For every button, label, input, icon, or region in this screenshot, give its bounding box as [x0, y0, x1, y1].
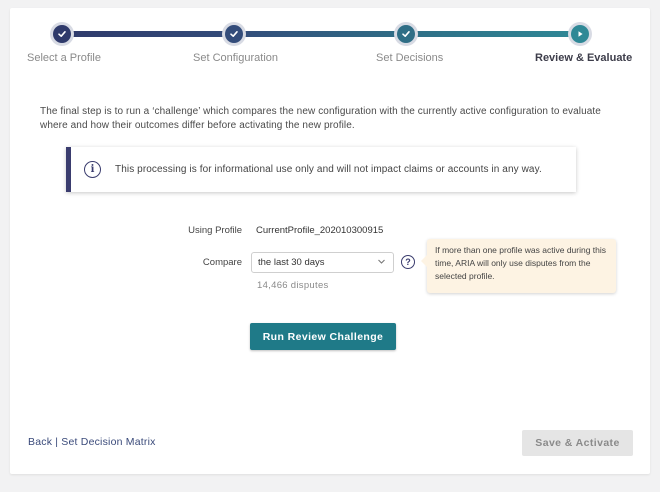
info-notice: i This processing is for informational u…	[66, 147, 576, 192]
compare-label: Compare	[202, 257, 242, 268]
using-profile-value: CurrentProfile_202010300915	[256, 225, 384, 236]
help-icon[interactable]: ?	[401, 255, 415, 269]
step-4-play-icon[interactable]	[571, 25, 589, 43]
help-tooltip: If more than one profile was active duri…	[421, 239, 616, 293]
step-2-check-icon[interactable]	[225, 25, 243, 43]
stepper-track-segment	[234, 31, 408, 37]
step-label-select-profile[interactable]: Select a Profile	[27, 52, 101, 64]
chevron-down-icon	[377, 257, 386, 268]
stepper-track-segment	[406, 31, 580, 37]
progress-stepper: Select a Profile Set Configuration Set D…	[0, 0, 660, 70]
step-label-set-configuration[interactable]: Set Configuration	[193, 52, 278, 64]
step-label-set-decisions[interactable]: Set Decisions	[376, 52, 443, 64]
intro-description: The final step is to run a ‘challenge’ w…	[40, 106, 601, 131]
step-3-check-icon[interactable]	[397, 25, 415, 43]
save-activate-button[interactable]: Save & Activate	[522, 430, 633, 456]
dispute-count: 14,466 disputes	[257, 280, 329, 291]
back-link[interactable]: Back | Set Decision Matrix	[28, 436, 156, 448]
step-label-review-evaluate: Review & Evaluate	[535, 52, 633, 64]
compare-selected-value: the last 30 days	[258, 257, 325, 268]
info-icon: i	[84, 161, 101, 178]
using-profile-label: Using Profile	[188, 225, 242, 236]
step-1-check-icon[interactable]	[53, 25, 71, 43]
compare-period-select[interactable]: the last 30 days	[251, 252, 394, 273]
stepper-track-segment	[62, 31, 236, 37]
run-review-challenge-button[interactable]: Run Review Challenge	[250, 323, 396, 350]
notice-text: This processing is for informational use…	[115, 164, 542, 175]
